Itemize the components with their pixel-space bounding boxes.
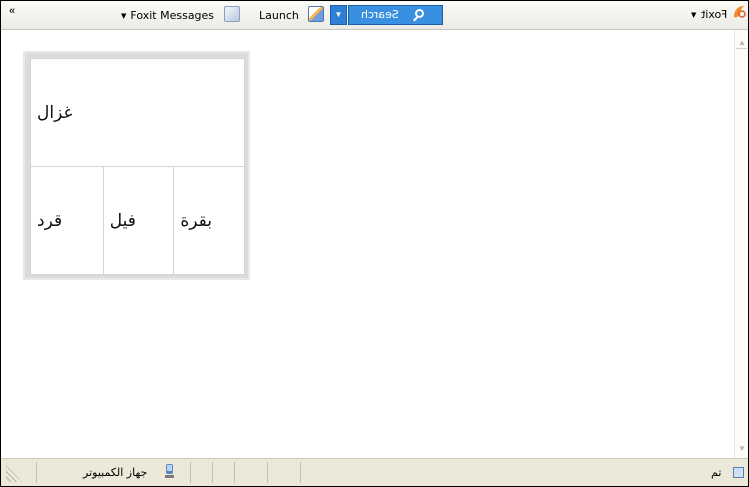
table-border: غزال بقرة فيل قرد xyxy=(23,51,250,280)
status-panel xyxy=(234,462,267,483)
foxit-menu-button[interactable]: ▼ Foxit xyxy=(691,8,728,21)
status-bar: جهاز الكمبيوتر تم xyxy=(1,458,748,486)
table-row: بقرة فيل قرد xyxy=(30,166,245,275)
toolbar-overflow-chevron[interactable]: « xyxy=(9,5,15,17)
status-panel xyxy=(300,462,310,483)
page-content: غزال بقرة فيل قرد xyxy=(1,30,734,458)
zone-text: جهاز الكمبيوتر xyxy=(83,466,148,479)
scroll-down-arrow-icon[interactable]: ▼ xyxy=(736,444,748,454)
foxit-messages-button[interactable]: ▼ Foxit Messages xyxy=(121,9,214,22)
table-cell: بقرة xyxy=(173,166,245,275)
foxit-messages-label: Foxit Messages xyxy=(130,9,215,22)
launch-icon[interactable] xyxy=(308,6,324,22)
status-panel xyxy=(190,462,212,483)
messages-icon[interactable] xyxy=(224,6,240,22)
dropdown-arrow-icon: ▼ xyxy=(691,11,697,19)
search-dropdown-button[interactable]: ▼ xyxy=(330,5,347,25)
table-cell: غزال xyxy=(30,58,245,167)
done-text: تم xyxy=(711,466,722,479)
search-button[interactable]: Search xyxy=(348,5,443,25)
status-panel xyxy=(267,462,300,483)
table-cell: قرد xyxy=(30,166,104,275)
resize-grip-icon[interactable] xyxy=(6,464,22,482)
animals-table: غزال بقرة فيل قرد xyxy=(30,58,245,275)
scroll-up-arrow-icon[interactable]: ▲ xyxy=(736,38,748,48)
vertical-scrollbar[interactable]: ▲ ▼ xyxy=(734,30,748,458)
table-cell: فيل xyxy=(102,166,175,275)
foxit-label: Foxit xyxy=(701,8,728,21)
table-row: غزال xyxy=(30,58,245,167)
search-icon xyxy=(415,9,424,18)
dropdown-arrow-icon: ▼ xyxy=(121,12,127,20)
status-panel xyxy=(212,462,234,483)
browser-window: « ▼ Foxit Messages Launch ▼ Search ▼ Foxit… xyxy=(0,0,749,487)
scroll-thumb[interactable] xyxy=(736,48,747,55)
search-label: Search xyxy=(361,8,399,21)
page-done-icon xyxy=(733,467,744,478)
launch-button[interactable]: Launch xyxy=(259,9,299,22)
foxit-logo-icon xyxy=(734,6,746,18)
computer-icon xyxy=(165,464,174,478)
foxit-toolbar: « ▼ Foxit Messages Launch ▼ Search ▼ Foxit xyxy=(1,1,748,30)
